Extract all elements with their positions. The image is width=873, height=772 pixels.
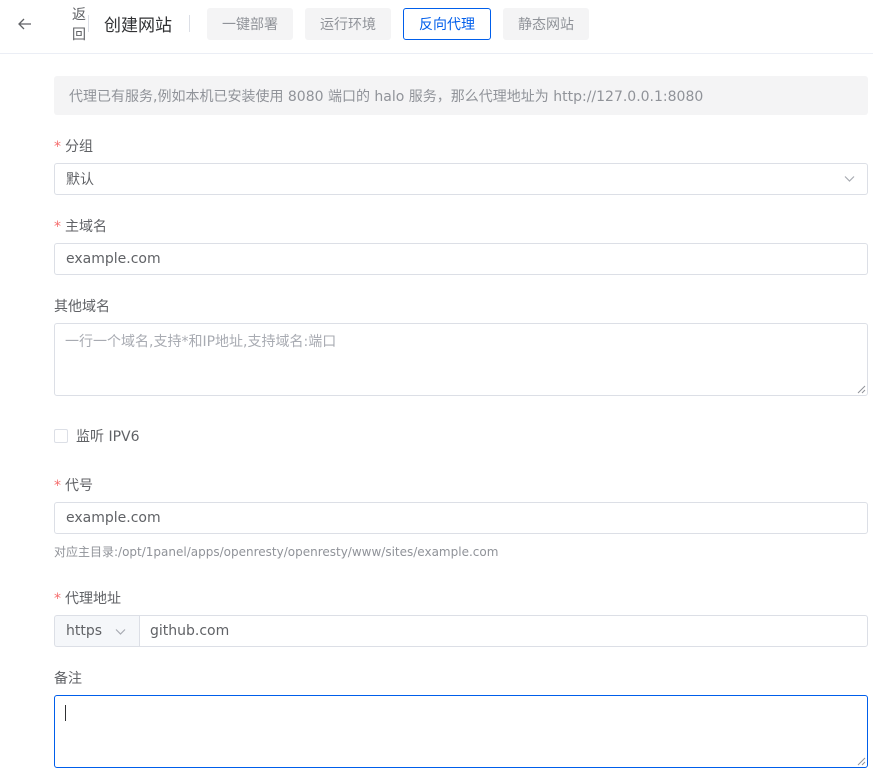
- alias-label: * 代号: [54, 475, 93, 495]
- remark-textarea[interactable]: [54, 695, 868, 768]
- required-mark: *: [54, 478, 61, 494]
- resize-handle-icon[interactable]: [857, 757, 866, 766]
- page-title: 创建网站: [104, 16, 172, 36]
- resize-handle-icon[interactable]: [857, 385, 866, 394]
- alias-label-text: 代号: [65, 478, 93, 494]
- primary-domain-value: example.com: [66, 251, 161, 267]
- ipv6-checkbox[interactable]: [54, 429, 68, 443]
- protocol-select[interactable]: https: [54, 615, 139, 647]
- text-caret: [65, 705, 66, 721]
- alias-value: example.com: [66, 510, 161, 526]
- info-alert: 代理已有服务,例如本机已安装使用 8080 端口的 halo 服务，那么代理地址…: [54, 76, 868, 115]
- tab-static-site[interactable]: 静态网站: [503, 8, 589, 40]
- primary-domain-label: * 主域名: [54, 216, 107, 236]
- remark-label-text: 备注: [54, 671, 82, 687]
- group-select-value: 默认: [66, 172, 94, 188]
- tab-runtime[interactable]: 运行环境: [305, 8, 391, 40]
- required-mark: *: [54, 139, 61, 155]
- primary-domain-label-text: 主域名: [65, 219, 107, 235]
- other-domains-textarea[interactable]: 一行一个域名,支持*和IP地址,支持域名:端口: [54, 323, 868, 396]
- proxy-address-value: github.com: [150, 623, 230, 639]
- proxy-label-text: 代理地址: [65, 591, 121, 607]
- primary-domain-input[interactable]: example.com: [54, 243, 868, 275]
- group-select[interactable]: 默认: [54, 163, 868, 195]
- other-domains-label: 其他域名: [54, 296, 110, 316]
- group-label-text: 分组: [65, 139, 93, 155]
- proxy-label: * 代理地址: [54, 588, 121, 608]
- back-button[interactable]: 返回: [18, 7, 86, 43]
- other-domains-label-text: 其他域名: [54, 299, 110, 315]
- protocol-value: https: [66, 623, 103, 639]
- alias-input[interactable]: example.com: [54, 502, 868, 534]
- tab-reverse-proxy[interactable]: 反向代理: [403, 8, 491, 40]
- arrow-left-icon: [18, 18, 31, 30]
- page-header: 返回 创建网站 一键部署 运行环境 反向代理 静态网站: [0, 0, 873, 54]
- back-label: 返回: [72, 7, 86, 43]
- info-text: 代理已有服务,例如本机已安装使用 8080 端口的 halo 服务，那么代理地址…: [69, 88, 704, 105]
- required-mark: *: [54, 219, 61, 235]
- group-label: * 分组: [54, 136, 93, 156]
- header-divider: [88, 15, 89, 32]
- required-mark: *: [54, 591, 61, 607]
- header-divider: [189, 15, 190, 32]
- alias-hint: 对应主目录:/opt/1panel/apps/openresty/openres…: [54, 545, 499, 559]
- ipv6-label: 监听 IPV6: [76, 429, 140, 445]
- chevron-down-icon: [115, 629, 126, 635]
- proxy-address-input[interactable]: github.com: [139, 615, 868, 647]
- other-domains-placeholder: 一行一个域名,支持*和IP地址,支持域名:端口: [65, 334, 337, 350]
- ipv6-checkbox-row[interactable]: 监听 IPV6: [54, 426, 140, 446]
- tab-one-click-deploy[interactable]: 一键部署: [207, 8, 293, 40]
- remark-label: 备注: [54, 668, 82, 688]
- chevron-down-icon: [844, 176, 855, 182]
